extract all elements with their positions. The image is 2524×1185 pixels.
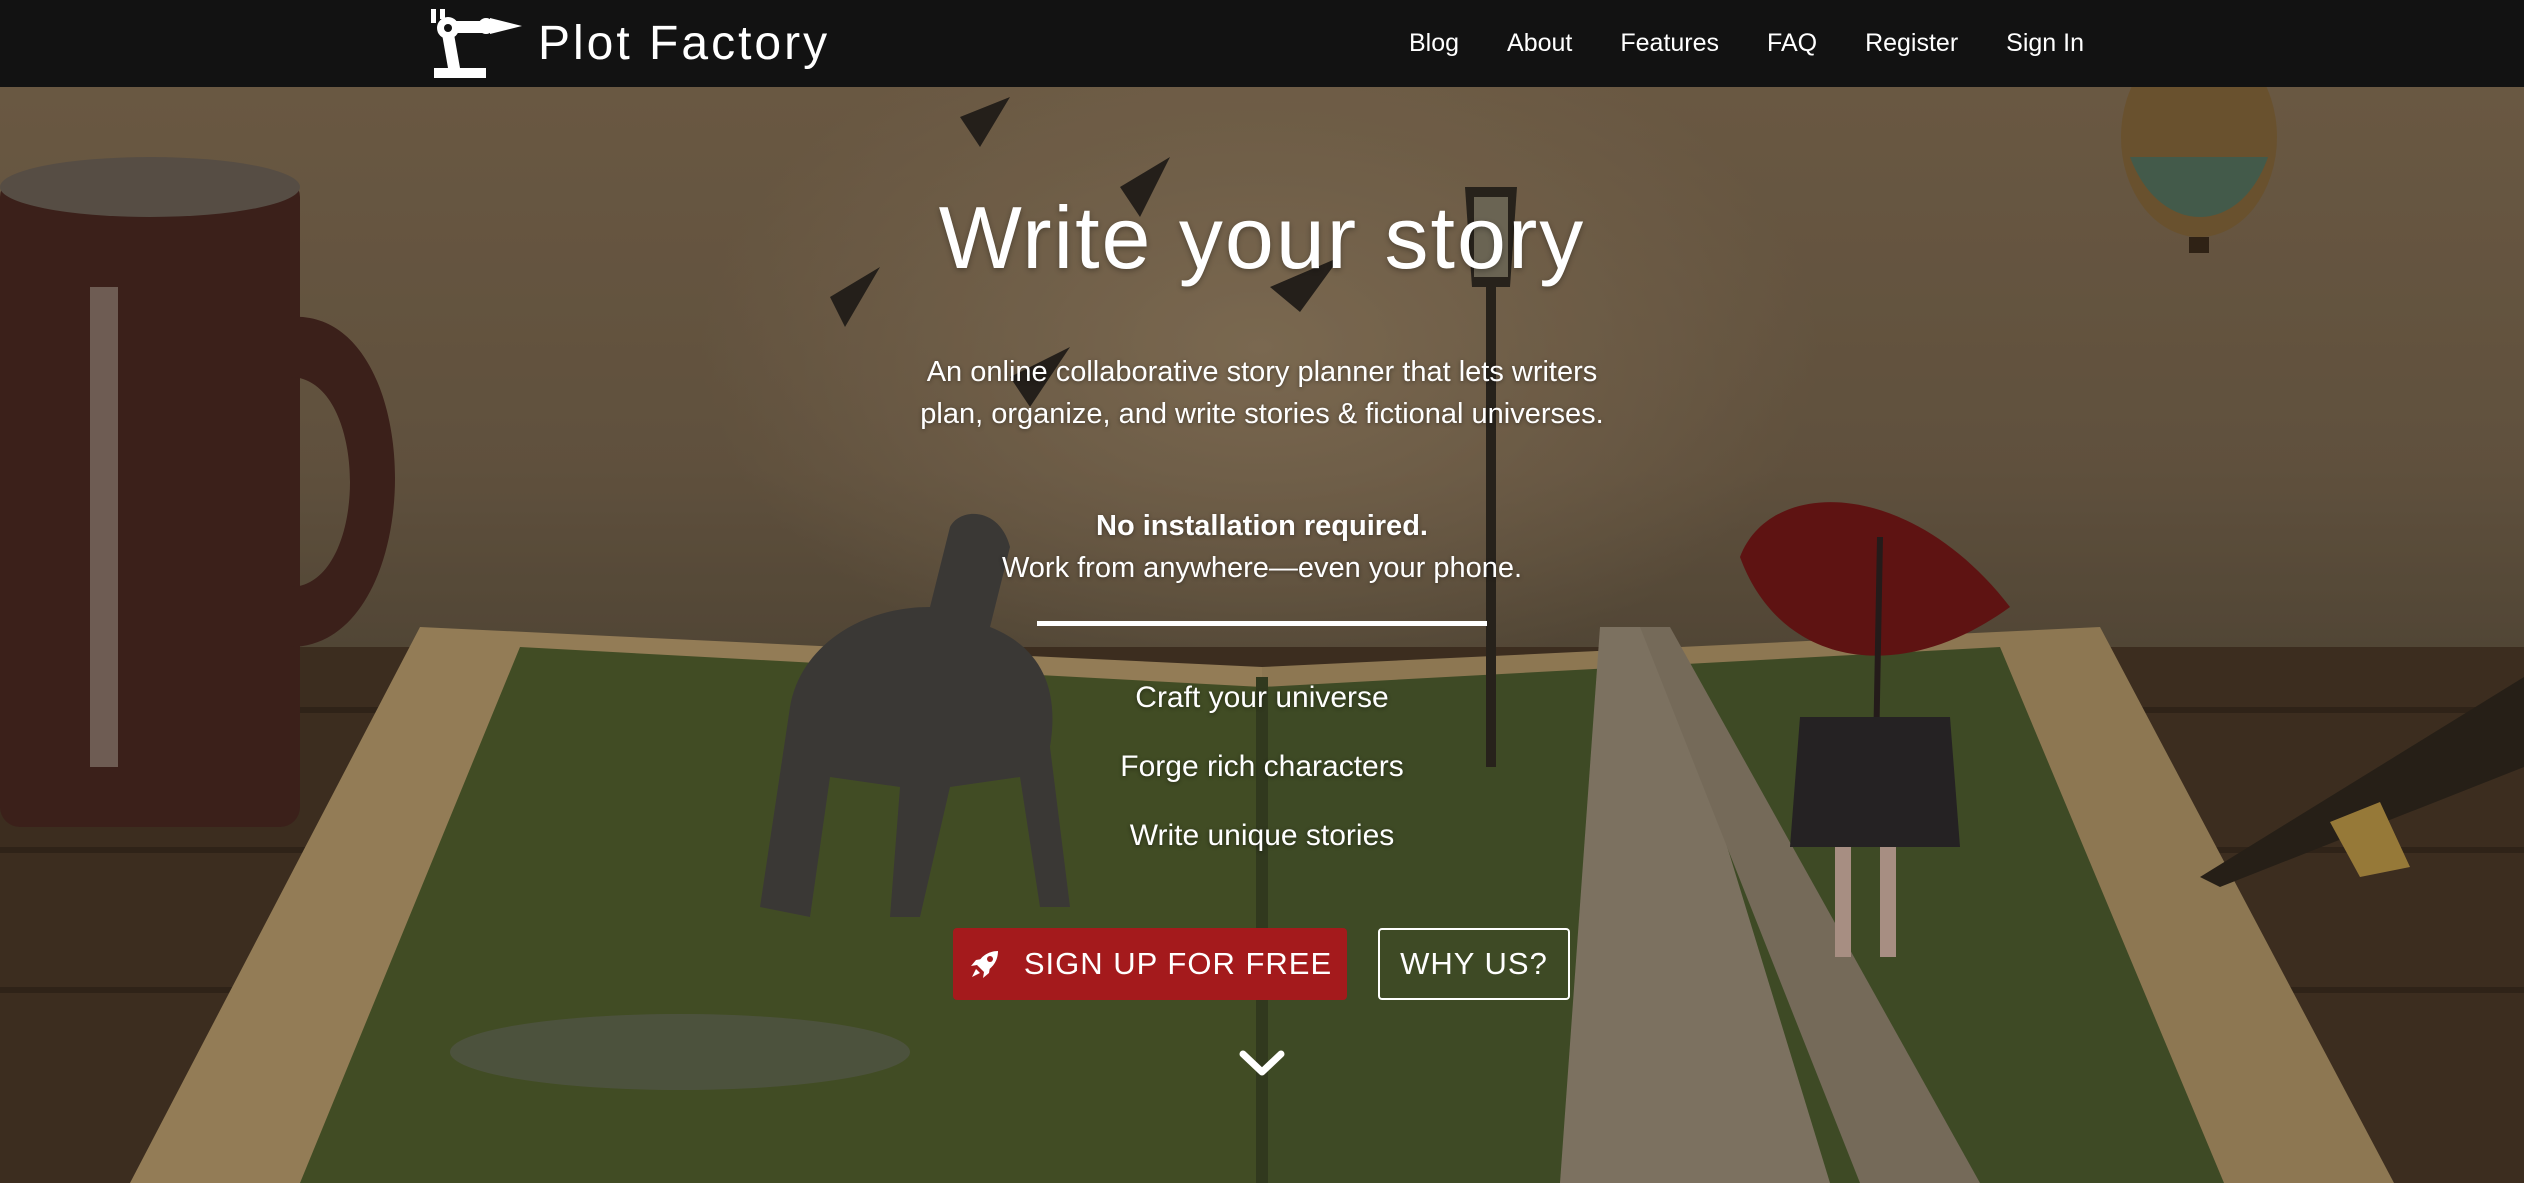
hero-subtitle: An online collaborative story planner th… [920, 356, 1604, 430]
sign-up-button-label: SIGN UP FOR FREE [1023, 946, 1333, 981]
hero-title: Write your story [938, 188, 1586, 287]
sign-up-button[interactable]: SIGN UP FOR FREE [953, 928, 1347, 1000]
hero-note-bold: No installation required. [1096, 510, 1428, 542]
hero-note: No installation required. Work from anyw… [0, 505, 2524, 589]
nav-link-sign-in[interactable]: Sign In [2006, 29, 2084, 58]
brand-name: Plot Factory [538, 16, 831, 70]
hero-content: Write your story An online collaborative… [0, 87, 2524, 1183]
hero-divider [1037, 621, 1487, 626]
nav-link-register[interactable]: Register [1865, 29, 1958, 58]
chevron-down-icon[interactable] [1237, 1042, 1287, 1082]
nav-link-faq[interactable]: FAQ [1767, 29, 1817, 58]
top-navbar: Plot Factory Blog About Features FAQ Reg… [0, 0, 2524, 87]
feature-item: Forge rich characters [1120, 750, 1404, 783]
robot-arm-pen-icon [431, 9, 522, 78]
brand-link[interactable]: Plot Factory [428, 4, 830, 82]
hero-note-text: Work from anywhere—even your phone. [1001, 552, 1523, 584]
nav-link-about[interactable]: About [1507, 29, 1572, 58]
why-us-button[interactable]: WHY US? [1378, 928, 1570, 1000]
nav-links: Blog About Features FAQ Register Sign In [1409, 0, 2084, 87]
feature-item: Write unique stories [1129, 819, 1395, 852]
feature-item: Craft your universe [1135, 681, 1389, 714]
nav-link-features[interactable]: Features [1620, 29, 1719, 58]
nav-link-blog[interactable]: Blog [1409, 29, 1459, 58]
rocket-icon [970, 951, 998, 978]
hero-section: Write your story An online collaborative… [0, 87, 2524, 1183]
